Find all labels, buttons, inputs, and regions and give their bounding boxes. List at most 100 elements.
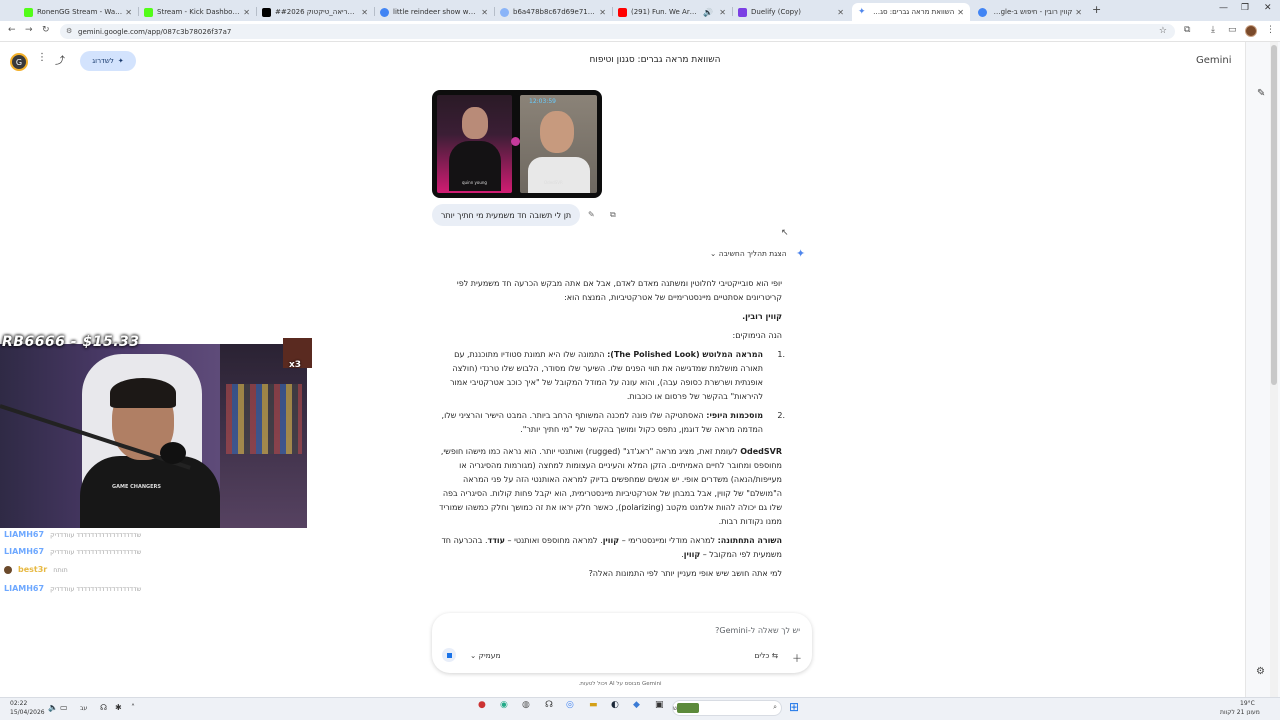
tab-google-search-kevin[interactable]: קווין רובין - חיפוש ב-Google ✕: [972, 3, 1088, 21]
uploaded-image[interactable]: 12:03:59 quinn young OdedSVR: [432, 90, 602, 198]
tab-tiktok[interactable]: #שיר_לקריאה_טיקטוק #2026 ... ✕: [256, 3, 374, 21]
toolbar: ← → ↻ ⚙ gemini.google.com/app/087c3b7802…: [0, 21, 1280, 42]
menu-dots-icon[interactable]: ⋮: [1266, 25, 1275, 35]
taskbar-search[interactable]: חיפוש ⌕: [672, 700, 782, 716]
prompt-input-box[interactable]: יש לך שאלה ל-Gemini? ＋ ⇆ כלים מעמיק ⌄: [432, 613, 812, 673]
windows-start-icon[interactable]: ⊞: [789, 700, 799, 714]
address-bar[interactable]: ⚙ gemini.google.com/app/087c3b78026f37a7…: [60, 24, 1175, 39]
url-text: gemini.google.com/app/087c3b78026f37a7: [78, 27, 232, 36]
user-prompt-bubble: תן לי תשובה חד משמעית מי חתיך יותר: [432, 204, 580, 226]
steam-icon[interactable]: ◐: [611, 700, 619, 710]
close-icon[interactable]: ✕: [599, 8, 606, 17]
headphones-app-icon[interactable]: ☊: [545, 700, 553, 710]
close-icon[interactable]: ✕: [125, 8, 132, 17]
extensions-icon[interactable]: ⧉: [1184, 25, 1190, 35]
share-icon[interactable]: ⤴: [55, 52, 65, 67]
site-info-icon[interactable]: ⚙: [66, 27, 72, 35]
speaker-icon[interactable]: 🔊: [703, 8, 713, 17]
point-1-title: המראה המלוטש (The Polished Look):: [607, 350, 763, 359]
headset-icon[interactable]: ☊: [100, 703, 107, 712]
portrait-left: [437, 95, 512, 193]
app-icon[interactable]: ▣: [655, 700, 664, 710]
file-explorer-icon[interactable]: ▬: [589, 700, 598, 710]
back-icon[interactable]: ←: [8, 25, 16, 35]
forward-icon[interactable]: →: [25, 25, 33, 35]
chat-message: LIAMH67 שדדדדדדדדדדדדדדדדד עוודדדיק: [4, 584, 141, 593]
close-icon[interactable]: ✕: [1075, 8, 1082, 17]
bluetooth-icon[interactable]: ✱: [115, 703, 122, 712]
close-icon[interactable]: ✕: [719, 8, 726, 17]
response-reasons-label: הנה הנימוקים:: [732, 331, 783, 340]
webcam-overlay: GAME CHANGERS: [0, 344, 307, 528]
app-icon[interactable]: ◍: [522, 700, 530, 710]
new-tab-button[interactable]: +: [1092, 3, 1101, 16]
close-icon[interactable]: ✕: [957, 8, 964, 17]
response-intro: יופי הוא סובייקטיבי לחלוטין ומשתנה מאדם …: [456, 279, 782, 302]
close-icon[interactable]: ✕: [837, 8, 844, 17]
scrollbar-thumb[interactable]: [1271, 45, 1277, 385]
chat-text: תותח: [53, 565, 68, 574]
clock-date: 15/04/2026: [10, 709, 45, 716]
google-icon: [380, 7, 389, 17]
new-chat-icon[interactable]: ✎: [1257, 88, 1265, 99]
account-avatar[interactable]: G: [10, 53, 28, 71]
edit-icon[interactable]: ✎: [588, 210, 595, 219]
tools-button[interactable]: ⇆ כלים: [754, 651, 778, 660]
duelify-icon: [738, 7, 747, 17]
close-window-button[interactable]: ✕: [1264, 3, 1272, 13]
close-icon[interactable]: ✕: [481, 8, 488, 17]
bottom-text-2: . למראה מחוספס ואותנטי –: [507, 536, 603, 545]
upgrade-button[interactable]: לשדרוג ✦: [80, 51, 136, 71]
chevron-down-icon: ⌄: [710, 249, 717, 258]
prompt-placeholder[interactable]: יש לך שאלה ל-Gemini?: [715, 626, 800, 635]
add-attachment-icon[interactable]: ＋: [792, 650, 802, 665]
image-caption-right: OdedSVR: [544, 180, 563, 185]
microphone-icon: [160, 442, 186, 464]
tab-ronengg-stream[interactable]: RonenGG Stream - Watch Live ... ✕: [18, 3, 138, 21]
stop-button[interactable]: [442, 648, 456, 662]
thinking-label: הצגת תהליך החשיבה: [718, 249, 787, 258]
copy-icon[interactable]: ⧉: [610, 210, 616, 220]
language-indicator[interactable]: עב: [80, 705, 87, 712]
tab-title: b6a478b8c67d69e71e91a86e0...: [513, 8, 597, 16]
minimize-button[interactable]: —: [1219, 3, 1228, 13]
app-icon[interactable]: ◆: [633, 700, 640, 710]
profile-avatar[interactable]: [1245, 25, 1257, 37]
user-badge-icon: [4, 565, 12, 574]
weather-temp: 19°C: [1240, 700, 1255, 707]
speaker-icon[interactable]: 🔈: [48, 703, 58, 712]
close-icon[interactable]: ✕: [361, 8, 368, 17]
tab-google-image[interactable]: b6a478b8c67d69e71e91a86e0... ✕: [494, 3, 612, 21]
download-icon[interactable]: ⤓: [1211, 25, 1215, 35]
gemini-sparkle-icon: ✦: [858, 6, 866, 17]
chat-username: LIAMH67: [4, 530, 45, 539]
app-icon[interactable]: ◉: [500, 700, 508, 710]
maximize-button[interactable]: ❐: [1241, 3, 1249, 13]
image-timestamp: 12:03:59: [529, 98, 556, 105]
gemini-sparkle-icon: ✦: [796, 247, 806, 260]
mouse-cursor-icon: ↖: [781, 228, 789, 238]
show-thinking-toggle[interactable]: הצגת תהליך החשיבה ⌄: [710, 249, 787, 258]
tab-google-search-reindeer[interactable]: little reindeer show woman - ... ✕: [374, 3, 494, 21]
chevron-down-icon: ⌄: [470, 651, 479, 660]
app-icon[interactable]: ●: [478, 700, 486, 710]
tab-duelify[interactable]: Duelify (Copy) ✕: [732, 3, 850, 21]
chrome-icon[interactable]: ◎: [566, 700, 574, 710]
settings-icon[interactable]: ⚙: [1256, 666, 1265, 677]
tab-gemini-active[interactable]: ✦ השוואת מראה גברים: סגנון וטיפוח ✕: [852, 3, 970, 21]
tab-kick-dashboard[interactable]: Stream - Kick Dashboard ✕: [138, 3, 256, 21]
model-selector[interactable]: מעמיק ⌄: [470, 651, 501, 660]
vs-badge-icon: [511, 137, 520, 146]
network-icon[interactable]: ▭: [60, 703, 68, 712]
close-icon[interactable]: ✕: [243, 8, 250, 17]
gemini-brand: Gemini: [1196, 55, 1232, 66]
bookmark-star-icon[interactable]: ☆: [1159, 26, 1167, 36]
tab-title: (291) Fun. We Are Young f...: [631, 8, 700, 16]
reload-icon[interactable]: ↻: [42, 25, 50, 35]
more-options-icon[interactable]: ⋮: [37, 52, 47, 63]
upgrade-label: לשדרוג: [92, 57, 114, 65]
response-bottom-line: השורה התחתונה: למראה מודלי ומיינסטרימי –…: [441, 536, 782, 559]
sidepanel-icon[interactable]: ▭: [1228, 25, 1237, 35]
tray-chevron-icon[interactable]: ˄: [131, 703, 135, 712]
tab-youtube[interactable]: (291) Fun. We Are Young f... 🔊 ✕: [612, 3, 732, 21]
